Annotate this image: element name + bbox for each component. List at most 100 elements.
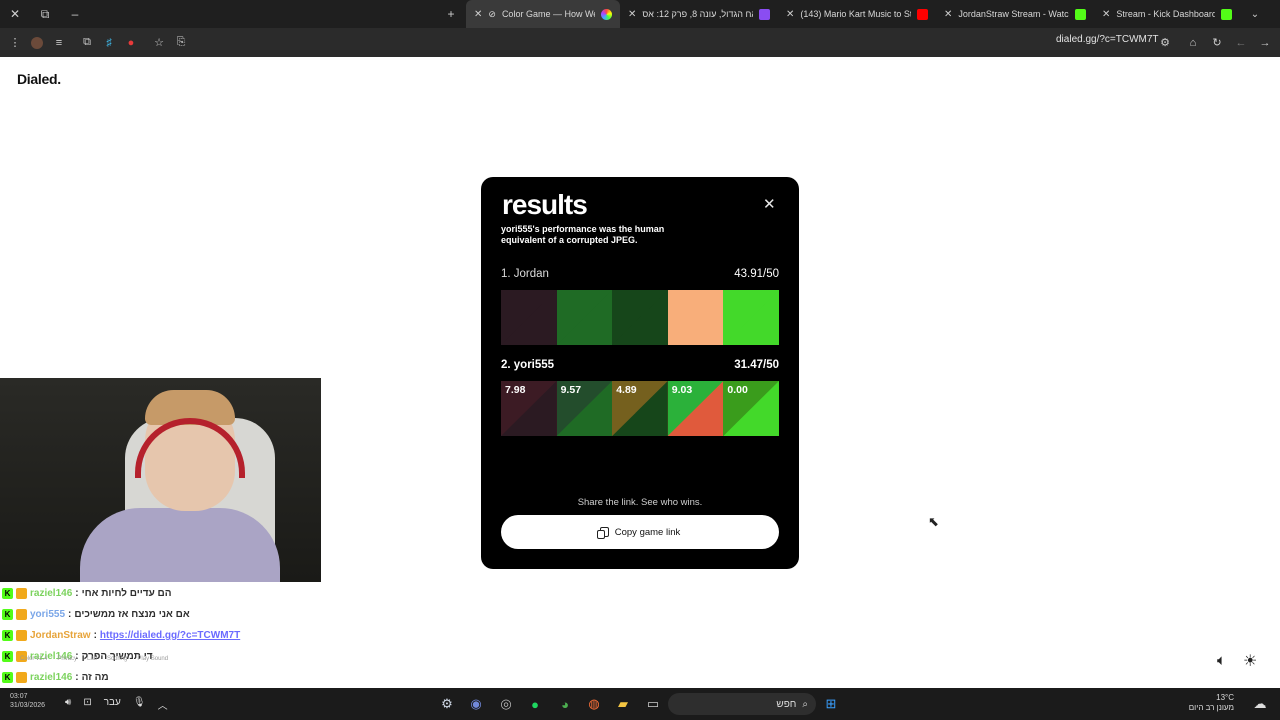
webcam-overlay [0,378,321,582]
close-tab-icon[interactable]: ✕ [474,9,482,20]
color-swatch: 9.03 [667,381,724,436]
chat-text: אם אני מנצח אז ממשיכים [74,609,190,620]
extensions-icon[interactable]: ⧉ [76,32,98,54]
back-icon[interactable]: → [1254,32,1276,54]
weather-widget[interactable]: 13°C מעונן רב היום [1189,693,1234,713]
search-label: חפש [776,698,797,710]
copy-game-link-button[interactable]: Copy game link [501,515,779,549]
microphone-icon[interactable]: 🎙︎ [133,697,146,712]
chat-text: מה זה [81,672,109,683]
restore-window-icon[interactable]: ⧉ [30,0,60,28]
footer-link[interactable]: Privacy [57,656,77,662]
firefox-icon[interactable]: ◍ [584,694,604,714]
close-tab-icon[interactable]: ✕ [1102,9,1110,20]
profile-avatar-icon[interactable] [26,32,48,54]
tab-big-brother[interactable]: ✕ האח הגדול, עונה 8, פרק 12: אס [620,0,778,28]
tab-youtube[interactable]: ✕ (143) Mario Kart Music to Stud [778,0,936,28]
target-color-triangle [556,290,613,345]
color-swatch: 4.89 [612,381,668,436]
color-swatch [556,290,613,345]
extension-icon[interactable]: ♯ [98,32,120,54]
app-icon[interactable]: ◎ [496,694,516,714]
target-color-triangle [723,290,779,345]
color-swatch: 7.98 [501,381,557,436]
player-2-swatches: 7.98 9.57 4.89 9.03 0.00 [501,381,779,436]
chat-username: raziel146 [30,672,73,683]
sub-badge-icon [16,588,27,599]
new-tab-icon[interactable]: + [436,0,466,28]
app-window-icon[interactable]: ▭ [643,694,663,714]
modal-title: results [502,189,588,220]
share-icon[interactable]: ⎘ [170,32,192,54]
site-favicon [759,8,770,20]
target-color-triangle [612,290,668,345]
footer-link[interactable]: Scoring [107,656,127,662]
bookmark-star-icon[interactable]: ☆ [148,32,170,54]
spotify-icon[interactable]: ● [525,694,545,714]
swatch-score: 0.00 [727,384,748,396]
close-tab-icon[interactable]: ✕ [628,9,636,20]
chat-separator: : [68,609,72,620]
mouse-cursor-icon: ⬉ [928,514,939,529]
color-swatch [501,290,557,345]
footer-link[interactable]: Play Sound [137,656,168,662]
volume-icon[interactable]: 🔈︎ [1217,652,1226,669]
file-explorer-icon[interactable]: ▰ [613,694,633,714]
color-swatch [723,290,779,345]
player-2-score: 31.47/50 [734,359,779,371]
close-tab-icon[interactable]: ✕ [786,9,794,20]
tray-chevron-icon[interactable]: ︿ [158,697,168,712]
kick-badge-icon: K [2,588,13,599]
windows-start-icon[interactable]: ⊞ [821,694,841,714]
results-subtitle: yori555's performance was the human equi… [501,224,665,245]
extension-red-icon[interactable]: ● [120,32,142,54]
sub-badge-icon [16,630,27,641]
network-icon[interactable]: ⊡ [83,697,91,712]
chat-separator: : [75,672,79,683]
tab-color-game[interactable]: ✕ ⊘ Color Game — How Well C [466,0,620,28]
tab-title: JordanStraw Stream - Watch Liv [958,9,1069,19]
close-tab-icon[interactable]: ✕ [944,9,952,20]
media-icon[interactable]: ≡ [48,32,70,54]
menu-dots-icon[interactable]: ⋮ [4,32,26,54]
color-swatch [612,290,668,345]
chrome-icon[interactable]: ◕ [555,694,575,714]
footer-link[interactable]: Color v1.4 [20,656,47,662]
tab-title: האח הגדול, עונה 8, פרק 12: אס [642,9,753,19]
stream-chat-overlay: Kraziel146 : הם עדיים לחיות אחי Kyori555 … [0,583,330,688]
footer-link[interactable]: Lab [87,656,97,662]
minimize-window-icon[interactable]: – [60,0,90,28]
home-icon[interactable]: ⌂ [1182,32,1204,54]
chat-separator: : [75,588,79,599]
language-indicator[interactable]: עבר [104,697,121,712]
close-icon[interactable]: ✕ [763,195,776,213]
clock: 03:07 31/03/2026 [10,692,45,710]
taskbar-search[interactable]: חפש ⌕ [668,693,816,715]
theme-toggle-icon[interactable]: ☀︎ [1243,651,1257,671]
target-color-triangle [667,290,724,345]
chat-text: הם עדיים לחיות אחי [81,588,172,599]
discord-icon[interactable]: ◉ [466,694,486,714]
forward-icon[interactable]: ← [1230,32,1252,54]
tab-search-chevron-icon[interactable]: ⌄ [1240,0,1270,28]
address-bar[interactable]: dialed.gg/?c=TCWM7T [1056,34,1159,45]
reload-icon[interactable]: ↻ [1206,32,1228,54]
weather-cloud-icon: ☁ [1253,696,1267,711]
swatch-score: 9.57 [560,384,582,396]
brand-logo[interactable]: Dialed. [17,71,61,87]
browser-tab-bar: ✕ ⧉ – + ✕ ⊘ Color Game — How Well C ✕ הא… [0,0,1280,28]
system-tray: 🔊︎ ⊡ עבר 🎙︎ ︿ [65,697,168,712]
tab-kick-dashboard[interactable]: ✕ Stream - Kick Dashboard [1094,0,1240,28]
close-window-icon[interactable]: ✕ [0,0,30,28]
chat-username: raziel146 [30,588,73,599]
speaker-icon[interactable]: 🔊︎ [65,697,71,712]
chat-link[interactable]: https://dialed.gg/?c=TCWM7T [100,630,240,641]
copy-icon [596,527,609,539]
color-swatch: 9.57 [556,381,613,436]
chat-message: Kraziel146 : הם עדיים לחיות אחי [0,583,330,604]
kick-badge-icon: K [2,651,13,662]
chat-message: Kraziel146 : מה זה [0,667,330,688]
tab-kick-stream[interactable]: ✕ JordanStraw Stream - Watch Liv [936,0,1094,28]
sub-badge-icon [16,672,27,683]
steam-icon[interactable]: ⚙ [437,694,457,714]
